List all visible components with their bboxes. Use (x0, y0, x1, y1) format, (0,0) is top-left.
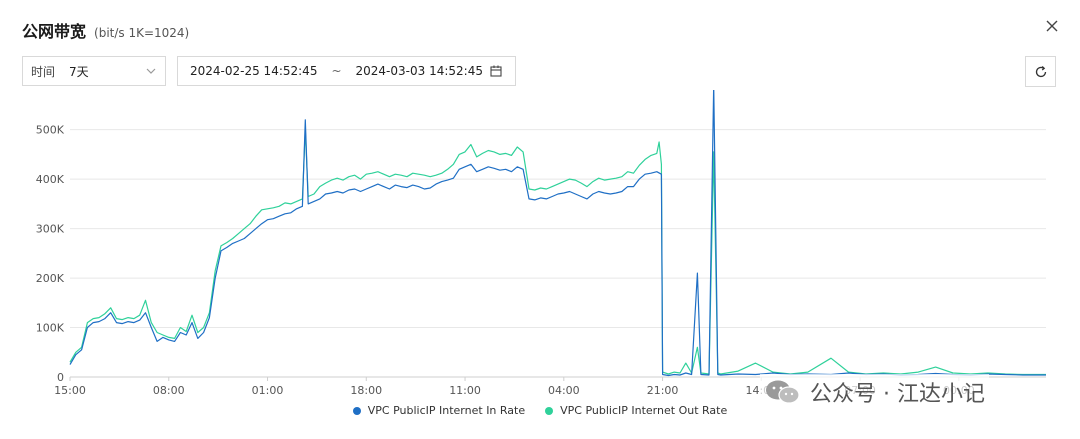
date-start: 2024-02-25 14:52:45 (190, 64, 318, 78)
dialog-header: 公网带宽 (bit/s 1K=1024) (22, 18, 189, 42)
refresh-button[interactable] (1025, 56, 1056, 87)
y-tick-label: 100K (36, 322, 65, 335)
watermark: 公众号 · 江达小记 (760, 374, 989, 410)
time-range-select[interactable]: 时间 7天 (22, 56, 166, 86)
legend-label-in-rate: VPC PublicIP Internet In Rate (367, 404, 526, 417)
legend-item-out-rate[interactable]: VPC PublicIP Internet Out Rate (545, 404, 727, 417)
unit-subtitle: (bit/s 1K=1024) (94, 26, 190, 40)
date-end: 2024-03-03 14:52:45 (355, 64, 483, 78)
legend-marker-out-rate (545, 406, 554, 415)
legend-label-out-rate: VPC PublicIP Internet Out Rate (560, 404, 728, 417)
time-range-value: 7天 (69, 64, 89, 79)
legend-marker-in-rate (352, 406, 361, 415)
chevron-down-icon (146, 68, 156, 74)
wechat-icon (766, 380, 800, 404)
x-tick-label: 11:00 (449, 384, 481, 397)
y-tick-label: 200K (36, 272, 65, 285)
watermark-text: 公众号 · 江达小记 (810, 382, 985, 407)
legend-item-in-rate[interactable]: VPC PublicIP Internet In Rate (352, 404, 526, 417)
x-tick-label: 01:00 (252, 384, 284, 397)
refresh-icon (1035, 66, 1047, 78)
y-tick-label: 300K (36, 223, 65, 236)
x-tick-label: 08:00 (153, 384, 185, 397)
x-tick-label: 18:00 (350, 384, 382, 397)
close-icon (1046, 20, 1058, 32)
close-button[interactable] (1042, 16, 1062, 36)
bandwidth-chart: 0 100K 200K 300K 400K 500K 15:00 08:00 01:00 18:0… (36, 90, 1046, 397)
series-line-in-rate (69, 90, 1046, 377)
x-tick-label: 21:00 (647, 384, 679, 397)
y-tick-label: 400K (36, 173, 65, 186)
y-tick-label: 500K (36, 124, 65, 137)
calendar-icon (490, 65, 502, 77)
series-line-out-rate (69, 129, 1046, 376)
time-range-label: 时间 (31, 64, 56, 79)
dialog-title: 公网带宽 (22, 22, 87, 41)
x-tick-label: 15:00 (54, 384, 86, 397)
date-range-picker[interactable]: 2024-02-25 14:52:45 ~ 2024-03-03 14:52:4… (177, 56, 516, 86)
x-tick-label: 04:00 (548, 384, 580, 397)
y-tick-label: 0 (57, 371, 64, 384)
date-separator: ~ (331, 64, 342, 78)
